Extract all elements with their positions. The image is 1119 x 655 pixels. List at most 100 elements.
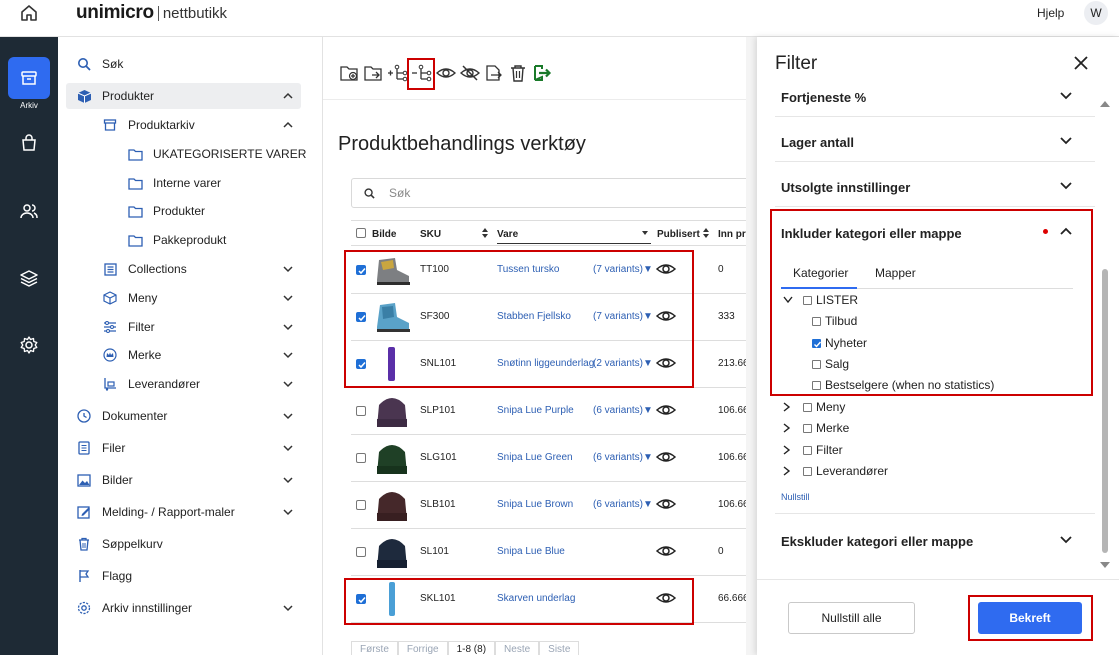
column-header-sku[interactable]: SKU: [420, 229, 441, 240]
column-header-vare[interactable]: Vare: [497, 229, 651, 244]
section-lager-antall[interactable]: Lager antall: [781, 135, 1081, 150]
row-checkbox[interactable]: [356, 453, 366, 463]
reset-link[interactable]: Nullstill: [781, 492, 810, 502]
move-file-icon[interactable]: [482, 62, 506, 84]
table-row[interactable]: SL101 Snipa Lue Blue 0: [351, 529, 753, 576]
sidebar-item-bilder[interactable]: Bilder: [76, 468, 133, 492]
cell-vare-link[interactable]: Snipa Lue Brown: [497, 499, 573, 510]
add-folder-icon[interactable]: [338, 62, 362, 84]
row-checkbox[interactable]: [356, 406, 366, 416]
chevron-down-icon[interactable]: [282, 602, 294, 614]
eye-off-icon[interactable]: [458, 62, 482, 84]
chevron-down-icon[interactable]: [1059, 533, 1073, 547]
reset-all-button[interactable]: Nullstill alle: [788, 602, 915, 634]
top-bar: unimicro nettbutikk Hjelp W: [0, 0, 1119, 37]
sidebar-item-merke[interactable]: Merke: [102, 343, 161, 367]
tree-node-filter[interactable]: Filter: [783, 442, 843, 458]
tree-node-merke[interactable]: Merke: [783, 420, 849, 436]
cell-vare-link[interactable]: Snipa Lue Blue: [497, 546, 565, 557]
cell-vare-link[interactable]: Snipa Lue Purple: [497, 405, 574, 416]
tree-node-meny[interactable]: Meny: [783, 399, 845, 415]
eye-icon[interactable]: [656, 402, 676, 418]
variants-toggle[interactable]: (6 variants)▼: [593, 405, 653, 416]
sidebar-item-pakkeprodukt[interactable]: Pakkeprodukt: [127, 228, 226, 252]
sidebar-item-label: Filter: [128, 320, 155, 334]
pager-prev[interactable]: Forrige: [397, 641, 448, 655]
sidebar-item-ukategoriserte[interactable]: UKATEGORISERTE VARER: [127, 142, 306, 166]
checkbox[interactable]: [803, 402, 812, 412]
sidebar-item-produkter[interactable]: Produkter: [76, 84, 154, 108]
select-all-checkbox[interactable]: [356, 228, 366, 238]
chevron-down-icon[interactable]: [282, 378, 294, 390]
pager-next[interactable]: Neste: [495, 641, 540, 655]
help-link[interactable]: Hjelp: [1037, 6, 1064, 20]
variants-toggle[interactable]: (6 variants)▼: [593, 452, 653, 463]
pager-first[interactable]: Første: [351, 641, 398, 655]
sidebar-item-flagg[interactable]: Flagg: [76, 564, 132, 588]
tree-node-leverandorer[interactable]: Leverandører: [783, 463, 888, 479]
eye-icon[interactable]: [656, 496, 676, 512]
pager-last[interactable]: Siste: [539, 641, 580, 655]
sidebar-item-arkiv-innstillinger[interactable]: Arkiv innstillinger: [76, 596, 192, 620]
eye-icon[interactable]: [434, 62, 458, 84]
scroll-down-icon[interactable]: [1100, 561, 1110, 569]
sidebar-item-filter[interactable]: Filter: [102, 315, 155, 339]
chevron-down-icon[interactable]: [282, 349, 294, 361]
sidebar-item-produkter-folder[interactable]: Produkter: [127, 199, 205, 223]
row-checkbox[interactable]: [356, 500, 366, 510]
shopping-bag-icon[interactable]: [17, 131, 41, 155]
move-folder-icon[interactable]: [362, 62, 386, 84]
table-row[interactable]: SLG101 Snipa Lue Green (6 variants)▼ 106.66…: [351, 435, 753, 482]
chevron-up-icon[interactable]: [282, 119, 294, 131]
chevron-down-icon[interactable]: [1059, 134, 1073, 148]
home-icon[interactable]: [10, 2, 48, 24]
avatar[interactable]: W: [1084, 1, 1108, 25]
trash-icon[interactable]: [506, 62, 530, 84]
chevron-down-icon[interactable]: [282, 506, 294, 518]
eye-icon[interactable]: [656, 543, 676, 559]
chevron-down-icon[interactable]: [282, 410, 294, 422]
checkbox[interactable]: [803, 445, 812, 455]
section-utsolgte[interactable]: Utsolgte innstillinger: [781, 180, 1081, 195]
column-header-publisert[interactable]: Publisert: [657, 229, 700, 240]
rail-archive-button[interactable]: [8, 57, 50, 99]
users-icon[interactable]: [17, 199, 41, 223]
export-icon[interactable]: [530, 62, 554, 84]
sidebar-item-dokumenter[interactable]: Dokumenter: [76, 404, 167, 428]
chevron-down-icon[interactable]: [1059, 89, 1073, 103]
app-logo[interactable]: unimicro nettbutikk: [76, 2, 227, 24]
scroll-up-icon[interactable]: [1100, 100, 1110, 108]
chevron-down-icon[interactable]: [282, 292, 294, 304]
sidebar-item-interne-varer[interactable]: Interne varer: [127, 171, 221, 195]
sidebar-item-melding-maler[interactable]: Melding- / Rapport-maler: [76, 500, 235, 524]
sidebar-item-collections[interactable]: Collections: [102, 257, 187, 281]
section-fortjeneste[interactable]: Fortjeneste %: [781, 90, 1081, 105]
chevron-down-icon[interactable]: [282, 442, 294, 454]
variants-toggle[interactable]: (6 variants)▼: [593, 499, 653, 510]
sidebar-item-label: Pakkeprodukt: [153, 233, 227, 247]
table-row[interactable]: SLB101 Snipa Lue Brown (6 variants)▼ 106.66…: [351, 482, 753, 529]
eye-icon[interactable]: [656, 449, 676, 465]
sidebar-item-produktarkiv[interactable]: Produktarkiv: [102, 113, 195, 137]
layers-icon[interactable]: [17, 266, 41, 290]
sidebar-item-leverandorer[interactable]: Leverandører: [102, 372, 200, 396]
sidebar-item-soppelkurv[interactable]: Søppelkurv: [76, 532, 163, 556]
sidebar-item-filer[interactable]: Filer: [76, 436, 125, 460]
sidebar-item-sok[interactable]: Søk: [76, 52, 123, 76]
checkbox[interactable]: [803, 423, 812, 433]
sidebar-item-meny[interactable]: Meny: [102, 286, 157, 310]
chevron-down-icon[interactable]: [282, 474, 294, 486]
chevron-down-icon[interactable]: [1059, 179, 1073, 193]
row-checkbox[interactable]: [356, 547, 366, 557]
section-ekskluder[interactable]: Ekskluder kategori eller mappe: [781, 534, 1081, 549]
search-input[interactable]: Søk: [351, 178, 753, 208]
cell-vare-link[interactable]: Snipa Lue Green: [497, 452, 573, 463]
chevron-down-icon[interactable]: [282, 263, 294, 275]
chevron-up-icon[interactable]: [282, 90, 294, 102]
chevron-down-icon[interactable]: [282, 321, 294, 333]
settings-icon[interactable]: [17, 333, 41, 357]
table-row[interactable]: SLP101 Snipa Lue Purple (6 variants)▼ 106.6…: [351, 388, 753, 435]
scrollbar-thumb[interactable]: [1102, 269, 1108, 553]
checkbox[interactable]: [803, 466, 812, 476]
close-icon[interactable]: [1073, 55, 1089, 71]
